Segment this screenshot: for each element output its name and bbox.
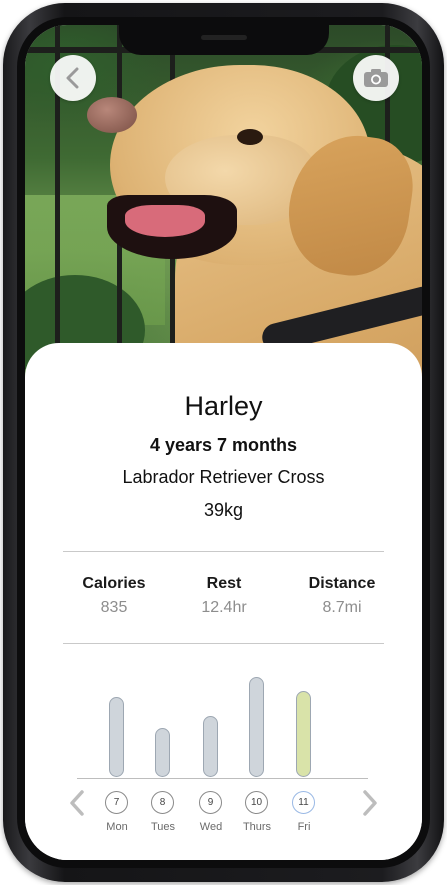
next-week-button[interactable]	[358, 789, 382, 821]
dog-eye	[237, 129, 263, 145]
stat-label: Rest	[206, 575, 242, 592]
pet-weight: 39kg	[203, 500, 244, 520]
app-screen: Harley 4 years 7 months Labrador Retriev…	[25, 25, 422, 860]
back-button[interactable]	[50, 55, 96, 101]
stat-value: 835	[100, 599, 128, 616]
phone-notch	[119, 25, 329, 55]
camera-button[interactable]	[353, 55, 399, 101]
chevron-right-icon	[362, 789, 378, 821]
chart-bar[interactable]	[203, 716, 218, 777]
day-date-circle[interactable]: 8	[151, 791, 174, 814]
day-date-circle[interactable]: 11	[292, 791, 315, 814]
dog-nose	[87, 97, 137, 133]
day-label: Mon	[106, 821, 128, 833]
prev-week-button[interactable]	[65, 789, 89, 821]
pet-name: Harley	[184, 391, 263, 421]
stat-distance: Distance 8.7mi	[287, 575, 397, 617]
chevron-left-icon	[64, 67, 82, 89]
dog-tongue	[125, 205, 205, 237]
divider	[63, 551, 384, 552]
stat-rest: Rest 12.4hr	[169, 575, 279, 617]
chart-bar[interactable]	[109, 697, 124, 777]
pet-breed: Labrador Retriever Cross	[122, 467, 325, 487]
camera-icon	[363, 68, 389, 88]
phone-frame: Harley 4 years 7 months Labrador Retriev…	[3, 3, 444, 882]
pet-age: 4 years 7 months	[149, 435, 298, 455]
day-date-circle[interactable]: 10	[245, 791, 268, 814]
chart-bar[interactable]	[296, 691, 311, 777]
day-date-circle[interactable]: 7	[105, 791, 128, 814]
day-label: Fri	[297, 821, 311, 833]
stat-label: Distance	[308, 575, 376, 592]
speaker-grille	[201, 35, 247, 40]
stat-value: 8.7mi	[322, 599, 362, 616]
activity-chart: 7 Mon 8 Tues 9 Wed 10 Thurs 11 Fri	[25, 661, 422, 860]
divider	[63, 643, 384, 644]
chart-bar[interactable]	[155, 728, 170, 777]
day-label: Thurs	[242, 821, 272, 833]
stat-label: Calories	[82, 575, 146, 592]
chart-baseline	[77, 778, 368, 779]
chevron-left-icon	[69, 789, 85, 821]
chart-bar[interactable]	[249, 677, 264, 777]
stat-calories: Calories 835	[59, 575, 169, 617]
stat-value: 12.4hr	[201, 599, 247, 616]
day-label: Wed	[199, 821, 223, 833]
profile-card: Harley 4 years 7 months Labrador Retriev…	[25, 343, 422, 860]
day-label: Tues	[150, 821, 176, 833]
day-date-circle[interactable]: 9	[199, 791, 222, 814]
